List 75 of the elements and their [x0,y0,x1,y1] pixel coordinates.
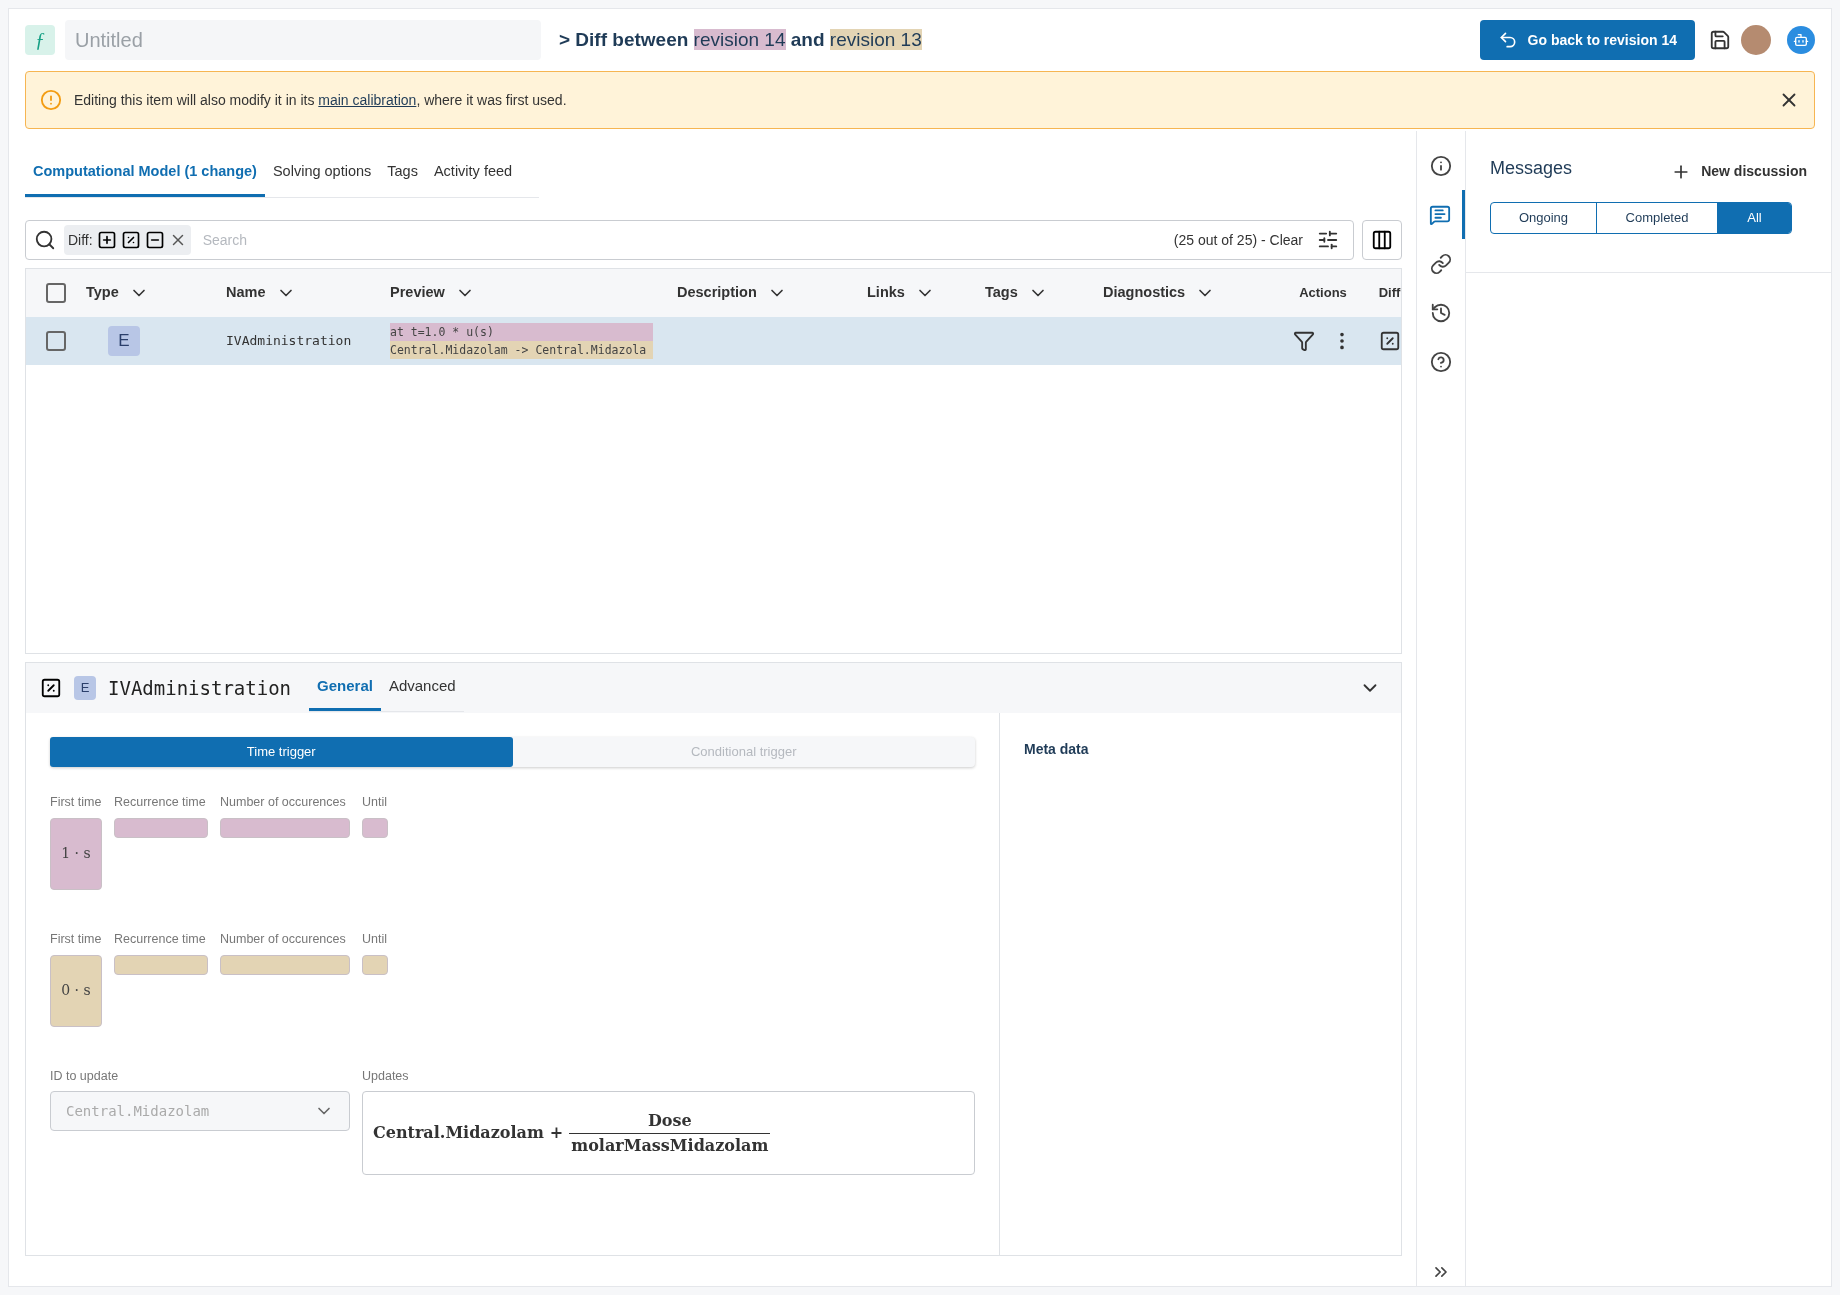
changed-filter-icon[interactable] [120,230,141,250]
assistant-icon[interactable] [1787,26,1815,54]
column-header[interactable]: Tags [985,282,1018,304]
row-checkbox[interactable] [46,331,66,351]
results-count[interactable]: (25 out of 25) - Clear [1173,229,1303,251]
time-field[interactable] [362,954,388,975]
select-all-checkbox[interactable] [46,283,66,303]
app-logo: ƒ [25,25,55,55]
column-header[interactable]: Description [677,282,757,304]
trigger-toggle[interactable]: Time trigger [50,737,513,767]
search-field[interactable]: Search [202,229,1166,251]
column-header[interactable]: Preview [390,282,445,304]
columns-icon [1371,229,1393,251]
field-label: Until [362,794,388,811]
warning-icon [40,89,62,111]
time-field[interactable] [362,817,388,838]
field-label: Recurrence time [114,794,207,811]
time-field[interactable]: 0 · s [50,954,102,1027]
column-header[interactable]: Diagnostics [1103,282,1186,304]
column-header[interactable]: Name [226,282,266,304]
time-field[interactable] [114,817,208,838]
diff-filter-label: Diff: [68,230,93,250]
model-tab[interactable]: Tags [379,149,426,197]
columns-button[interactable] [1362,220,1402,260]
new-discussion-button[interactable]: New discussion [1671,161,1807,182]
link-icon[interactable] [1430,252,1452,275]
time-field[interactable] [114,954,208,975]
changed-icon[interactable] [1378,330,1401,352]
column-header[interactable]: Links [867,282,905,304]
field-label: First time [50,930,102,948]
time-field[interactable] [220,954,350,975]
removed-filter-icon[interactable] [144,230,165,250]
meta-title: Meta data [1024,741,1089,757]
model-tab[interactable]: Solving options [264,149,380,197]
field-label: ID to update [50,1067,120,1085]
table-row[interactable]: E IVAdministration at t=1.0 * u(s) Central.Midazolam -> Central.Midazola [26,317,1401,365]
added-filter-icon[interactable] [96,230,117,250]
detail-title: IVAdministration [108,675,292,701]
field-label: Recurrence time [114,930,207,948]
time-field[interactable]: 1 · s [50,817,102,890]
history-icon[interactable] [1430,301,1452,324]
help-icon[interactable] [1430,350,1452,373]
save-icon[interactable] [1709,29,1731,51]
banner-message: Editing this item will also modify it in its main calibration, where it was first used. [74,90,567,110]
user-avatar[interactable] [1741,25,1771,55]
column-header[interactable]: Actions [1299,283,1347,303]
search-icon [34,229,56,251]
column-header[interactable]: Type [86,282,119,304]
model-tab[interactable]: Activity feed [425,149,521,197]
messages-title: Messages [1490,157,1573,180]
type-badge: E [74,676,96,700]
title-field[interactable]: Untitled [65,20,541,60]
column-header[interactable]: Diff [1378,283,1401,303]
go-back-button[interactable]: Go back to revision 14 [1479,20,1695,60]
detail-tab[interactable]: Advanced [380,664,464,711]
filter-settings-icon[interactable] [1317,229,1339,251]
undo-arrow-icon [1497,30,1518,50]
item-name: IVAdministration [226,332,353,351]
type-badge: E [108,326,140,356]
field-label: Until [362,930,388,948]
field-label: Number of occurences [220,930,347,948]
filter-icon[interactable] [1293,330,1315,352]
info-icon[interactable] [1430,154,1452,177]
model-tab[interactable]: Computational Model (1 change) [25,149,265,197]
search-bar[interactable]: Diff: Search (25 out of 25) - Clear [25,220,1354,260]
field-label: Updates [362,1067,410,1085]
changed-icon [40,677,62,699]
chat-icon[interactable] [1428,203,1451,226]
diff-title: > Diff between revision 14 and revision 13 [559,27,922,52]
discussion-filter[interactable]: Ongoing [1491,203,1597,233]
field-label: First time [50,794,102,811]
discussion-filter[interactable]: All [1718,203,1791,233]
detail-tab[interactable]: General [309,664,381,711]
field-label: Number of occurences [220,794,347,811]
time-field[interactable] [220,817,350,838]
